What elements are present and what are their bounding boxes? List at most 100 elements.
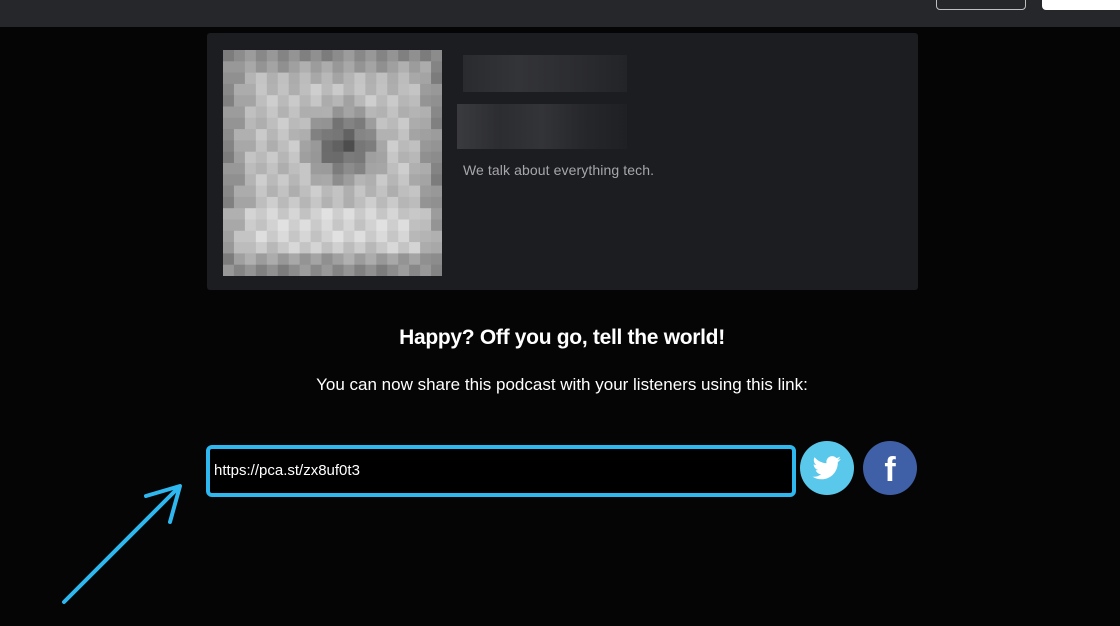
mosaic-tile	[365, 163, 377, 175]
mosaic-tile	[387, 61, 399, 74]
mosaic-tile	[299, 219, 312, 232]
mosaic-tile	[343, 264, 355, 276]
mosaic-tile	[431, 185, 442, 198]
mosaic-tile	[398, 163, 410, 175]
mosaic-tile	[376, 72, 388, 85]
mosaic-tile	[409, 208, 421, 220]
mosaic-tile	[354, 185, 366, 198]
mosaic-tile	[223, 242, 235, 254]
mosaic-tile	[266, 185, 279, 198]
mosaic-tile	[266, 196, 279, 209]
mosaic-tile	[255, 83, 268, 96]
mosaic-tile	[387, 50, 399, 62]
mosaic-tile	[409, 242, 421, 254]
mosaic-tile	[409, 230, 421, 243]
mosaic-tile	[431, 163, 442, 175]
mosaic-tile	[244, 95, 257, 107]
mosaic-tile	[244, 253, 257, 266]
mosaic-tile	[299, 253, 312, 266]
mosaic-tile	[310, 185, 323, 198]
mosaic-tile	[288, 151, 301, 164]
mosaic-tile	[354, 219, 366, 232]
mosaic-tile	[299, 264, 312, 276]
mosaic-tile	[288, 230, 301, 243]
mosaic-tile	[354, 230, 366, 243]
mosaic-tile	[332, 208, 344, 220]
mosaic-tile	[277, 219, 290, 232]
mosaic-tile	[409, 61, 421, 74]
mosaic-tile	[387, 208, 399, 220]
mosaic-tile	[354, 264, 366, 276]
mosaic-tile	[431, 253, 442, 266]
mosaic-tile	[431, 196, 442, 209]
podcast-artwork	[223, 50, 442, 276]
mosaic-tile	[277, 253, 290, 266]
mosaic-tile	[387, 83, 399, 96]
mosaic-tile	[365, 196, 377, 209]
mosaic-tile	[233, 174, 246, 187]
top-secondary-button[interactable]	[936, 0, 1026, 10]
mosaic-tile	[233, 61, 246, 74]
mosaic-tile	[343, 61, 355, 74]
mosaic-tile	[321, 61, 333, 74]
mosaic-tile	[409, 50, 421, 62]
mosaic-tile	[233, 95, 246, 107]
facebook-share-button[interactable]: f	[863, 441, 917, 495]
mosaic-tile	[299, 230, 312, 243]
mosaic-tile	[244, 174, 257, 187]
mosaic-tile	[244, 140, 257, 153]
mosaic-tile	[266, 230, 279, 243]
mosaic-tile	[376, 264, 388, 276]
mosaic-tile	[321, 163, 333, 175]
mosaic-tile	[277, 83, 290, 96]
mosaic-tile	[299, 72, 312, 85]
mosaic-tile	[398, 117, 410, 130]
mosaic-tile	[376, 95, 388, 107]
mosaic-tile	[387, 196, 399, 209]
mosaic-tile	[343, 50, 355, 62]
mosaic-tile	[365, 253, 377, 266]
share-link-input[interactable]	[214, 455, 784, 485]
mosaic-tile	[288, 196, 301, 209]
mosaic-tile	[288, 50, 301, 62]
mosaic-tile	[244, 72, 257, 85]
mosaic-tile	[332, 50, 344, 62]
mosaic-tile	[343, 208, 355, 220]
mosaic-tile	[431, 174, 442, 187]
mosaic-tile	[266, 129, 279, 141]
mosaic-tile	[420, 230, 432, 243]
mosaic-tile	[223, 174, 235, 187]
mosaic-tile	[332, 219, 344, 232]
mosaic-tile	[277, 264, 290, 276]
mosaic-tile	[409, 83, 421, 96]
mosaic-tile	[420, 208, 432, 220]
top-primary-button[interactable]	[1042, 0, 1120, 10]
mosaic-tile	[266, 208, 279, 220]
mosaic-tile	[409, 106, 421, 119]
mosaic-tile	[387, 253, 399, 266]
mosaic-tile	[244, 61, 257, 74]
mosaic-tile	[332, 174, 344, 187]
mosaic-tile	[233, 208, 246, 220]
mosaic-tile	[310, 72, 323, 85]
mosaic-tile	[223, 50, 235, 62]
mosaic-tile	[233, 72, 246, 85]
mosaic-tile	[420, 95, 432, 107]
twitter-share-button[interactable]	[800, 441, 854, 495]
mosaic-tile	[409, 129, 421, 141]
mosaic-tile	[431, 264, 442, 276]
mosaic-tile	[354, 83, 366, 96]
mosaic-tile	[233, 140, 246, 153]
mosaic-tile	[266, 163, 279, 175]
mosaic-tile	[409, 196, 421, 209]
mosaic-tile	[376, 163, 388, 175]
mosaic-tile	[255, 208, 268, 220]
mosaic-tile	[310, 50, 323, 62]
mosaic-tile	[332, 61, 344, 74]
top-bar	[0, 0, 1120, 27]
mosaic-tile	[233, 185, 246, 198]
mosaic-tile	[277, 95, 290, 107]
mosaic-tile	[288, 253, 301, 266]
mosaic-tile	[409, 219, 421, 232]
share-link-field[interactable]	[206, 445, 796, 497]
